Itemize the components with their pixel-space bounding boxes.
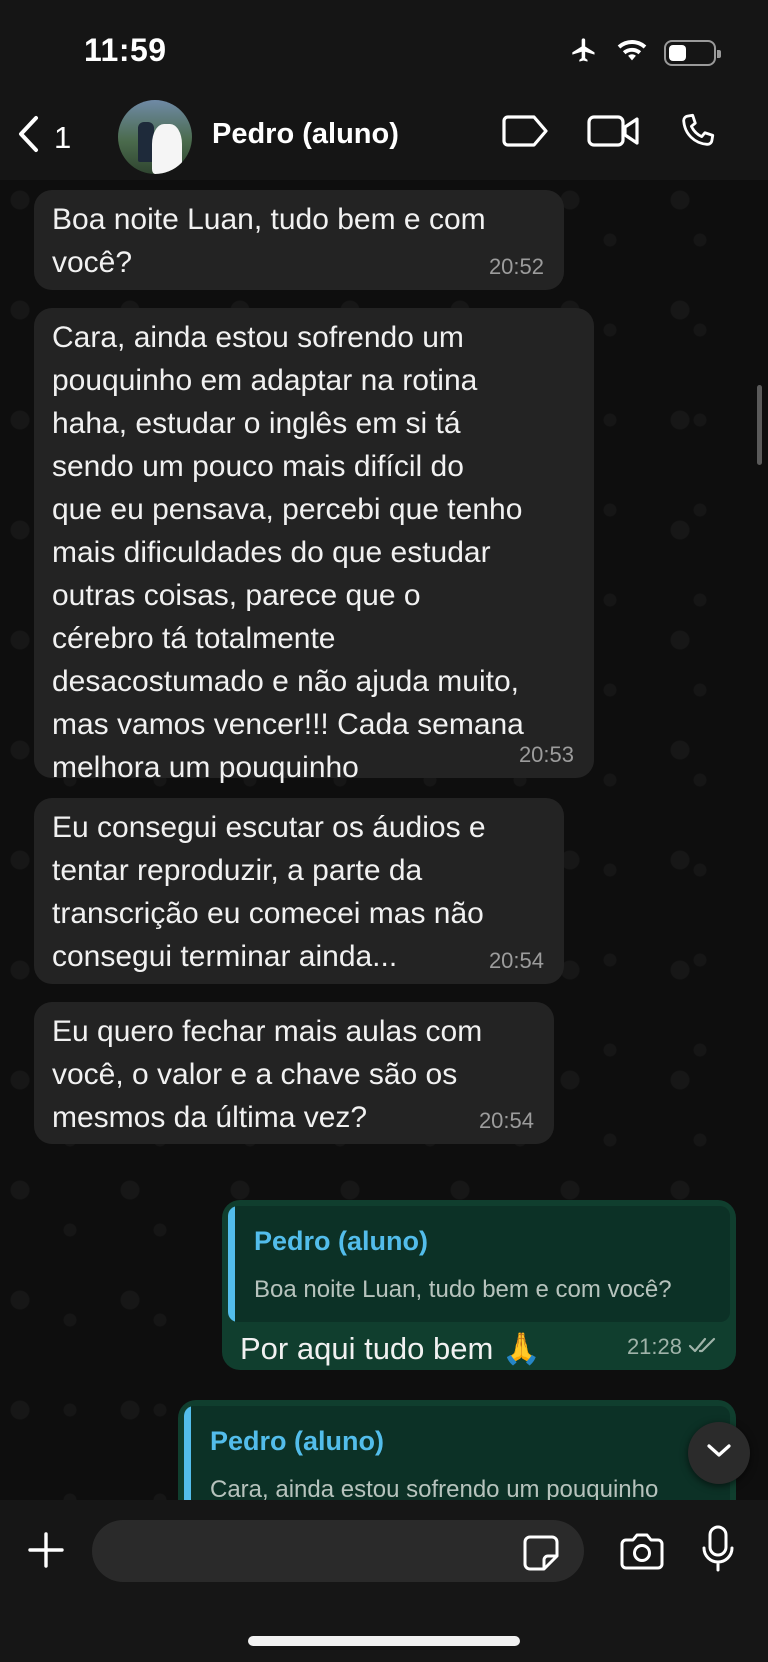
header-actions [500, 110, 718, 157]
message-input[interactable] [92, 1520, 584, 1582]
incoming-message[interactable]: Boa noite Luan, tudo bem e com você? 20:… [34, 190, 564, 290]
unread-count: 1 [54, 120, 72, 155]
label-icon[interactable] [500, 113, 550, 154]
message-time: 20:52 [488, 254, 544, 279]
chevron-down-icon [705, 1442, 733, 1465]
contact-name[interactable]: Pedro (aluno) [212, 118, 399, 151]
quote-text: Boa noite Luan, tudo bem e com você? [254, 1276, 672, 1303]
back-chevron-icon [16, 114, 40, 162]
message-time: 20:53 [518, 742, 574, 767]
battery-fill [669, 44, 686, 61]
sticker-icon[interactable] [522, 1534, 560, 1577]
outgoing-message[interactable]: Pedro (aluno) Boa noite Luan, tudo bem e… [222, 1200, 736, 1370]
read-receipt-icon [688, 1334, 718, 1360]
message-time: 20:54 [478, 1108, 534, 1133]
message-text: Por aqui tudo bem 🙏 [240, 1331, 541, 1366]
mic-icon[interactable] [700, 1524, 736, 1579]
scroll-indicator[interactable] [757, 385, 762, 465]
message-meta: 21:28 [627, 1334, 718, 1360]
message-text: Eu quero fechar mais aulas com você, o v… [52, 1015, 483, 1134]
composer-bar [0, 1500, 768, 1662]
quote-sender: Pedro (aluno) [210, 1426, 384, 1456]
message-text: Cara, ainda estou sofrendo um pouquinho … [52, 321, 524, 784]
outgoing-message[interactable]: Pedro (aluno) Cara, ainda estou sofrendo… [178, 1400, 736, 1500]
quoted-message[interactable]: Pedro (aluno) Boa noite Luan, tudo bem e… [228, 1206, 730, 1322]
wifi-icon [616, 37, 648, 68]
video-call-icon[interactable] [586, 113, 640, 154]
status-bar: 11:59 [0, 0, 768, 100]
camera-icon[interactable] [618, 1532, 666, 1577]
incoming-message[interactable]: Eu quero fechar mais aulas com você, o v… [34, 1002, 554, 1144]
home-indicator [248, 1636, 520, 1646]
incoming-message[interactable]: Eu consegui escutar os áudios e tentar r… [34, 798, 564, 984]
status-time: 11:59 [84, 32, 167, 68]
quote-sender: Pedro (aluno) [254, 1226, 428, 1256]
back-button[interactable]: 1 [16, 114, 71, 162]
status-icons [568, 36, 721, 69]
plus-icon[interactable] [26, 1530, 66, 1575]
battery-icon [664, 39, 721, 66]
phone-icon[interactable] [676, 110, 718, 157]
message-text: Boa noite Luan, tudo bem e com você? [52, 203, 486, 279]
chat-area[interactable]: Boa noite Luan, tudo bem e com você? 20:… [0, 180, 768, 1500]
quoted-message[interactable]: Pedro (aluno) Cara, ainda estou sofrendo… [184, 1406, 730, 1500]
quote-text: Cara, ainda estou sofrendo um pouquinho [210, 1476, 659, 1500]
incoming-message[interactable]: Cara, ainda estou sofrendo um pouquinho … [34, 308, 594, 784]
scroll-to-bottom-button[interactable] [688, 1422, 750, 1484]
chat-header: 1 Pedro (aluno) [0, 96, 768, 180]
message-time: 21:28 [626, 1334, 682, 1359]
airplane-icon [568, 36, 600, 69]
message-time: 20:54 [488, 948, 544, 973]
avatar[interactable] [118, 100, 192, 174]
message-text: Eu consegui escutar os áudios e tentar r… [52, 811, 486, 973]
